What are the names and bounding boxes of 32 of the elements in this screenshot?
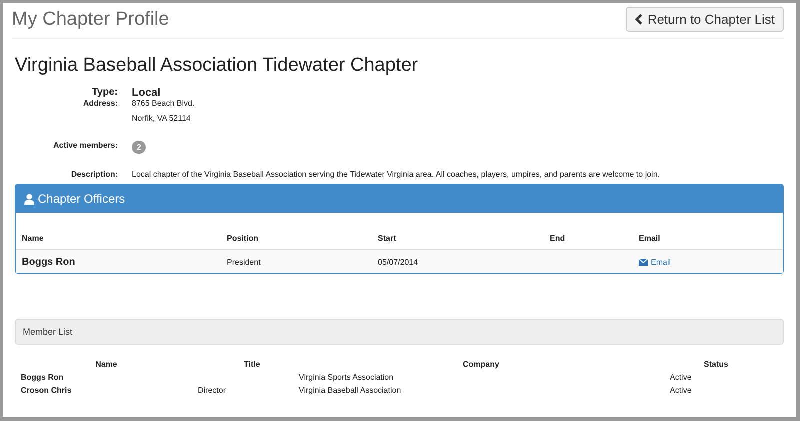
page-title: My Chapter Profile: [12, 8, 170, 30]
envelope-icon: [639, 259, 648, 266]
table-cell: Virginia Sports Association: [299, 373, 394, 382]
field-value: Local chapter of the Virginia Baseball Association serving the Tidewater Virginia area. All coaches, players, umpires, and parents are welcome to join.: [132, 170, 661, 179]
member-name: Croson Chris: [21, 386, 72, 395]
column-header: Company: [462, 360, 500, 369]
column-header: Title: [243, 360, 262, 369]
officer-name: Boggs Ron: [22, 257, 76, 268]
chapter-name: Virginia Baseball Association Tidewater Chapter: [15, 55, 420, 77]
column-header: Status: [703, 360, 730, 369]
field-value: Norfik, VA 52114: [132, 114, 192, 123]
member-name: Boggs Ron: [21, 373, 64, 382]
member-count-badge: 2: [132, 141, 146, 154]
table-cell: 05/07/2014: [378, 258, 418, 267]
table-cell: Director: [198, 386, 226, 395]
return-button[interactable]: Return to Chapter List: [626, 7, 784, 32]
table-cell: Active: [670, 386, 692, 395]
panel-title: Chapter Officers: [38, 192, 126, 206]
field-label: Type:: [91, 87, 118, 99]
field-label: Active members:: [52, 141, 118, 152]
user-icon: [24, 194, 35, 204]
field-value: Local: [132, 87, 162, 99]
field-label: Description:: [70, 170, 118, 179]
chevron-left-icon: [634, 14, 643, 25]
column-header: Name: [94, 360, 118, 369]
email-link[interactable]: Email: [639, 258, 672, 267]
table-cell: President: [227, 258, 261, 267]
panel-header: Member List: [15, 319, 784, 345]
field-value: 8765 Beach Blvd.: [132, 99, 196, 108]
field-label: Address:: [82, 99, 118, 110]
table-cell: Active: [670, 373, 692, 382]
table-cell: Virginia Baseball Association: [299, 386, 402, 395]
